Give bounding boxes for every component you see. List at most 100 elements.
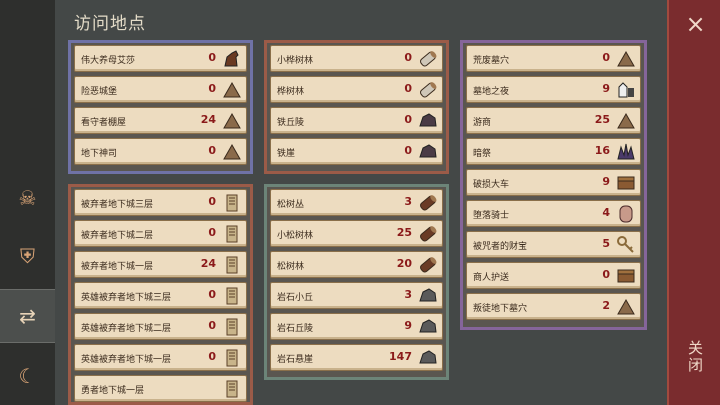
location-count: 24	[200, 257, 216, 270]
birch-log-icon	[417, 79, 439, 101]
location-row[interactable]: 暗祭 16	[466, 138, 641, 165]
chest-icon	[615, 265, 637, 287]
location-row[interactable]: 被弃者地下城三层 0	[74, 189, 247, 216]
location-count: 0	[404, 51, 412, 64]
location-count: 0	[208, 319, 216, 332]
location-row[interactable]: 破损大车 9	[466, 169, 641, 196]
location-row[interactable]: 墓地之夜 9	[466, 76, 641, 103]
location-name: 铁崖	[277, 149, 296, 159]
panel-wood-ore: 小桦树林 0 桦树林 0 铁丘陵 0 铁崖 0	[264, 40, 449, 174]
location-row[interactable]: 伟大养母艾莎 0	[74, 45, 247, 72]
location-row[interactable]: 桦树林 0	[270, 76, 443, 103]
location-name: 桦树林	[277, 87, 305, 97]
shield-icon: ⛨	[20, 244, 35, 268]
location-name: 英雄被弃者地下城一层	[81, 355, 172, 365]
location-count: 9	[404, 319, 412, 332]
castle-icon	[221, 79, 243, 101]
location-count: 0	[208, 82, 216, 95]
cart-icon	[615, 172, 637, 194]
hut-icon	[221, 110, 243, 132]
close-icon[interactable]: ×	[669, 10, 720, 38]
location-name: 松树林	[277, 262, 305, 272]
location-row[interactable]: 英雄被弃者地下城三层 0	[74, 282, 247, 309]
signpost-icon: ⇄	[19, 304, 36, 328]
location-name: 叛徒地下墓穴	[473, 304, 528, 314]
location-row[interactable]: 岩石小丘 3	[270, 282, 443, 309]
close-button[interactable]: 关闭	[685, 340, 706, 374]
tent-icon	[615, 296, 637, 318]
skull-icon: ☠	[18, 186, 37, 210]
side-nav: ☠ ⛨ ⇄ ☾	[0, 0, 55, 405]
location-row[interactable]: 叛徒地下墓穴 2	[466, 293, 641, 320]
location-row[interactable]: 铁崖 0	[270, 138, 443, 165]
location-row[interactable]: 险恶城堡 0	[74, 76, 247, 103]
key-icon	[615, 234, 637, 256]
location-name: 被咒者的财宝	[473, 242, 528, 252]
location-count: 9	[602, 175, 610, 188]
location-count: 9	[602, 82, 610, 95]
location-name: 看守者棚屋	[81, 118, 127, 128]
stone-icon	[417, 316, 439, 338]
location-row[interactable]: 商人护送 0	[466, 262, 641, 289]
page-title: 访问地点	[74, 14, 146, 34]
location-count: 4	[602, 206, 610, 219]
location-row[interactable]: 被咒者的财宝 5	[466, 231, 641, 258]
location-count: 3	[404, 195, 412, 208]
panel-dungeons: 被弃者地下城三层 0 被弃者地下城二层 0 被弃者地下城一层 24 英雄被弃者地下城三层 0 英…	[68, 184, 253, 405]
location-row[interactable]: 游商 25	[466, 107, 641, 134]
location-count: 20	[396, 257, 412, 270]
location-name: 伟大养母艾莎	[81, 56, 136, 66]
dungeon-icon	[221, 347, 243, 369]
pine-log-icon	[417, 254, 439, 276]
location-count: 0	[208, 288, 216, 301]
pine-log-icon	[417, 223, 439, 245]
dungeon-icon	[221, 192, 243, 214]
location-count: 25	[594, 113, 610, 126]
side-tab-bow[interactable]: ☾	[0, 350, 55, 402]
location-count: 0	[208, 350, 216, 363]
location-name: 英雄被弃者地下城三层	[81, 293, 172, 303]
location-row[interactable]: 勇者地下城一层	[74, 375, 247, 402]
location-name: 小桦树林	[277, 56, 314, 66]
side-tab-skull[interactable]: ☠	[0, 172, 55, 224]
location-name: 地下神司	[81, 149, 118, 159]
temple-icon	[221, 141, 243, 163]
pine-log-icon	[417, 192, 439, 214]
location-row[interactable]: 堕落骑士 4	[466, 200, 641, 227]
close-bar: × 关闭	[667, 0, 720, 405]
location-name: 松树丛	[277, 200, 305, 210]
location-row[interactable]: 看守者棚屋 24	[74, 107, 247, 134]
location-row[interactable]: 松树林 20	[270, 251, 443, 278]
location-count: 0	[602, 51, 610, 64]
location-count: 0	[208, 144, 216, 157]
location-name: 勇者地下城一层	[81, 386, 145, 396]
location-row[interactable]: 铁丘陵 0	[270, 107, 443, 134]
location-name: 墓地之夜	[473, 87, 510, 97]
location-name: 被弃者地下城二层	[81, 231, 154, 241]
location-row[interactable]: 被弃者地下城一层 24	[74, 251, 247, 278]
location-row[interactable]: 松树丛 3	[270, 189, 443, 216]
location-name: 荒废墓穴	[473, 56, 510, 66]
location-name: 被弃者地下城三层	[81, 200, 154, 210]
location-row[interactable]: 被弃者地下城二层 0	[74, 220, 247, 247]
panel-npc: 伟大养母艾莎 0 险恶城堡 0 看守者棚屋 24 地下神司 0	[68, 40, 253, 174]
location-name: 被弃者地下城一层	[81, 262, 154, 272]
side-tab-shield[interactable]: ⛨	[0, 230, 55, 282]
location-row[interactable]: 地下神司 0	[74, 138, 247, 165]
location-row[interactable]: 英雄被弃者地下城一层 0	[74, 344, 247, 371]
location-row[interactable]: 小松树林 25	[270, 220, 443, 247]
location-row[interactable]: 岩石悬崖 147	[270, 344, 443, 371]
location-row[interactable]: 小桦树林 0	[270, 45, 443, 72]
location-count: 2	[602, 299, 610, 312]
location-row[interactable]: 岩石丘陵 9	[270, 313, 443, 340]
location-row[interactable]: 英雄被弃者地下城二层 0	[74, 313, 247, 340]
side-tab-signpost[interactable]: ⇄	[0, 289, 55, 343]
panel-events: 荒废墓穴 0 墓地之夜 9 游商 25 暗祭 16 破损大车 9 堕落骑士 4 被咒者的财宝 5 商人护送 0…	[460, 40, 647, 330]
dungeon-icon	[221, 316, 243, 338]
location-count: 0	[208, 226, 216, 239]
dungeon-icon	[221, 378, 243, 400]
merchant-icon	[615, 110, 637, 132]
location-count: 147	[389, 350, 412, 363]
location-name: 暗祭	[473, 149, 492, 159]
location-row[interactable]: 荒废墓穴 0	[466, 45, 641, 72]
